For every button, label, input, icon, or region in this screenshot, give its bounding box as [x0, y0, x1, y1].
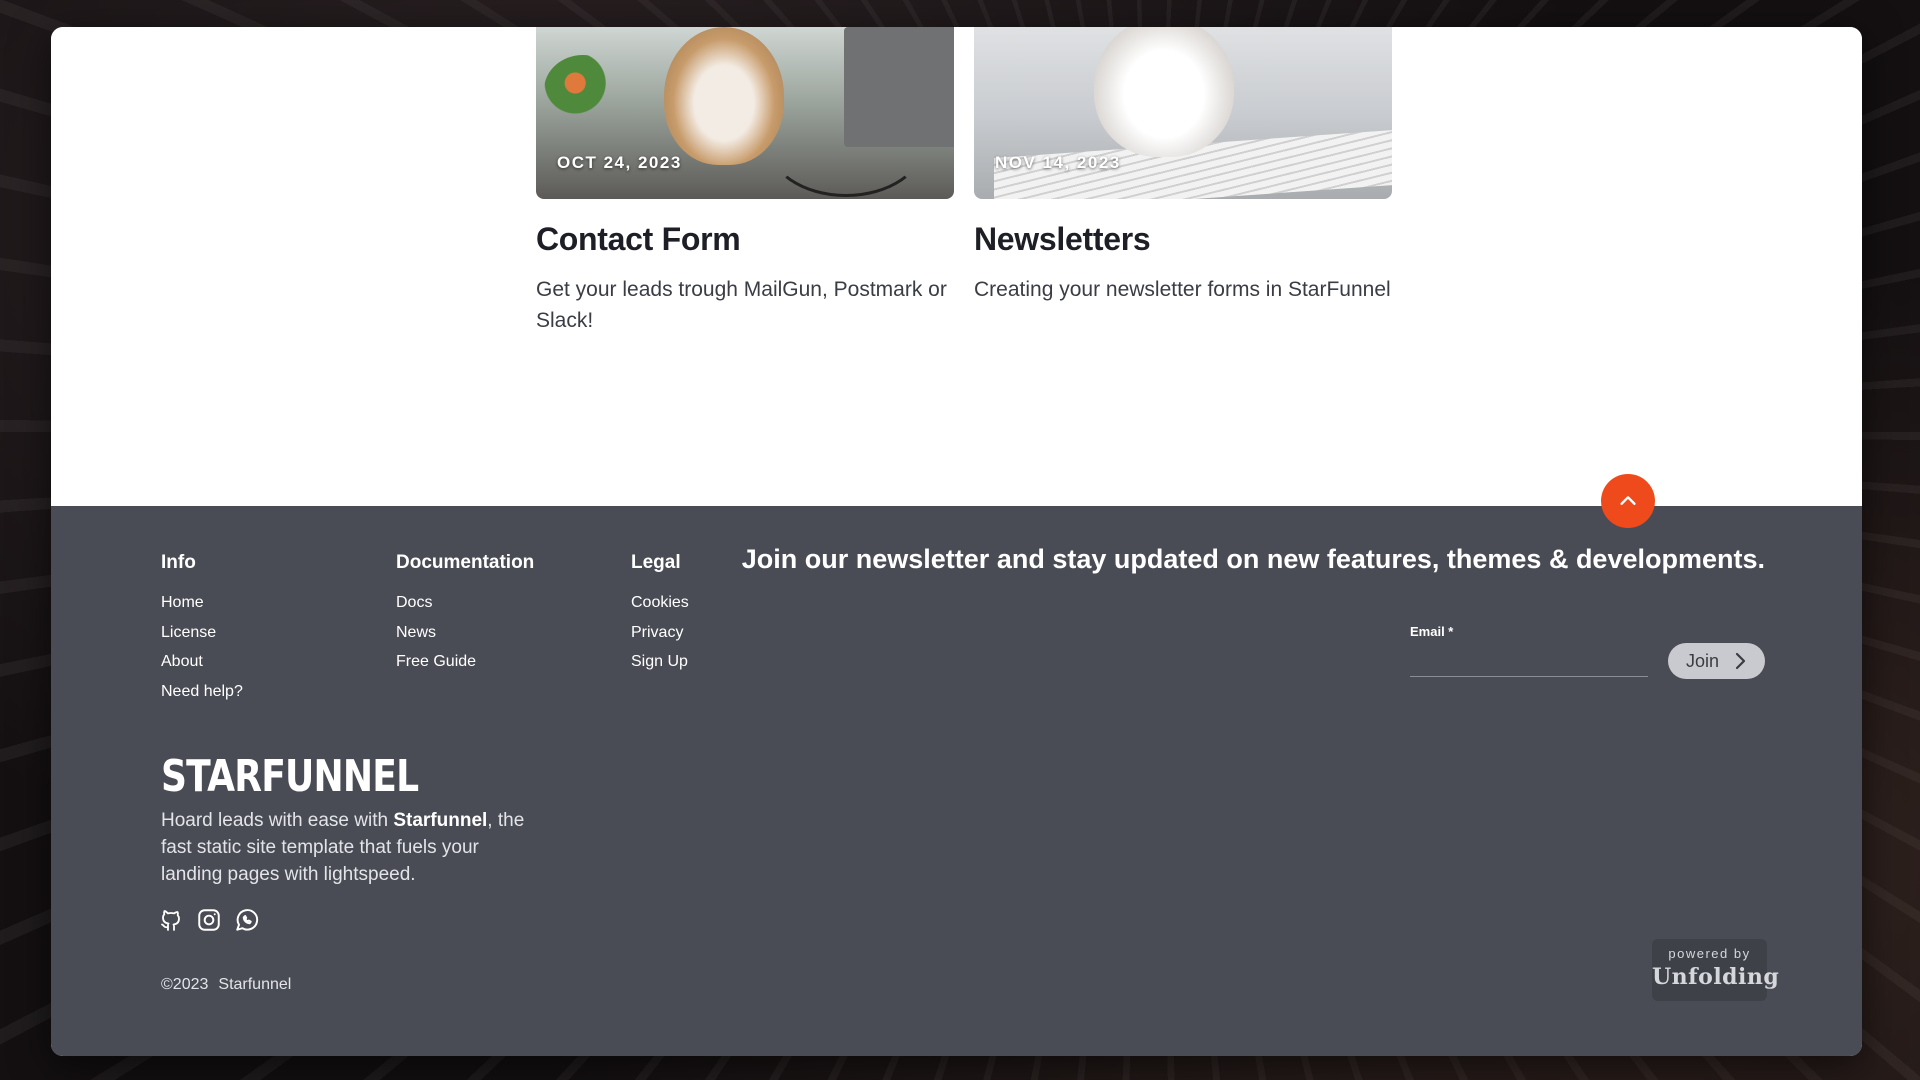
footer-link-docs[interactable]: Docs [396, 588, 534, 618]
instagram-icon[interactable] [195, 906, 223, 934]
blog-card-image[interactable]: OCT 24, 2023 [536, 27, 954, 199]
join-label: Join [1685, 650, 1720, 671]
email-input[interactable] [1410, 647, 1648, 677]
tagline-brand: Starfunnel [393, 810, 488, 831]
site-footer: Info Home License About Need help? Docum… [51, 474, 1862, 1056]
tagline-text: Hoard leads with ease with [161, 810, 394, 831]
powered-by-label: powered by [1668, 946, 1751, 961]
footer-column-legal: Legal Cookies Privacy Sign Up [631, 552, 689, 677]
post-title[interactable]: Newsletters [974, 221, 1392, 258]
footer-heading: Legal [631, 552, 681, 573]
footer-link-news[interactable]: News [396, 618, 534, 648]
footer-link-license[interactable]: License [161, 618, 243, 648]
post-excerpt: Get your leads trough MailGun, Postmark … [536, 278, 947, 332]
headset-cable-illustration [766, 87, 926, 197]
newsletter-heading-rest: and stay updated on new features, themes… [989, 544, 1765, 574]
newsletter-heading-bold: Join our newsletter [741, 544, 990, 574]
footer-link-need-help[interactable]: Need help? [161, 677, 243, 707]
footer-heading: Documentation [396, 552, 535, 573]
copyright-year: ©2023 [161, 976, 209, 993]
newsletter-heading: Join our newsletter and stay updated on … [742, 546, 1765, 573]
copyright: ©2023 Starfunnel [161, 976, 291, 994]
footer-link-home[interactable]: Home [161, 588, 243, 618]
blog-card[interactable]: OCT 24, 2023 Contact Form Get your leads… [536, 27, 954, 336]
copyright-name[interactable]: Starfunnel [218, 976, 291, 993]
scroll-to-top-button[interactable] [1601, 474, 1655, 528]
email-label: Email * [1410, 624, 1454, 639]
blog-card-image[interactable]: NOV 14, 2023 [974, 27, 1392, 199]
github-icon[interactable] [157, 906, 185, 934]
powered-by-badge[interactable]: powered by Unfolding [1652, 939, 1780, 1001]
blog-card[interactable]: NOV 14, 2023 Newsletters Creating your n… [974, 27, 1392, 305]
post-date: OCT 24, 2023 [557, 153, 682, 172]
join-button[interactable]: Join [1668, 643, 1765, 679]
footer-column-info: Info Home License About Need help? [161, 552, 243, 706]
social-links [157, 906, 261, 934]
post-excerpt: Creating your newsletter forms in StarFu… [974, 278, 1391, 301]
footer-link-cookies[interactable]: Cookies [631, 588, 689, 618]
page-window: OCT 24, 2023 Contact Form Get your leads… [51, 27, 1862, 1056]
footer-link-free-guide[interactable]: Free Guide [396, 647, 534, 677]
unfolding-logo: Unfolding [1652, 964, 1780, 990]
footer-heading: Info [161, 552, 196, 573]
footer-link-about[interactable]: About [161, 647, 243, 677]
blog-section: OCT 24, 2023 Contact Form Get your leads… [51, 27, 1862, 506]
plant-illustration [544, 55, 622, 125]
chevron-up-icon [1620, 496, 1636, 505]
post-date: NOV 14, 2023 [995, 153, 1121, 172]
whatsapp-icon[interactable] [233, 906, 261, 934]
footer-column-documentation: Documentation Docs News Free Guide [396, 552, 534, 677]
chevron-right-icon [1735, 652, 1746, 670]
post-title[interactable]: Contact Form [536, 221, 954, 258]
email-field-group: Email * [1410, 624, 1648, 677]
footer-tagline: Hoard leads with ease with Starfunnel, t… [161, 807, 531, 888]
footer-link-privacy[interactable]: Privacy [631, 618, 689, 648]
hamster-illustration [1094, 27, 1234, 157]
footer-brand-logo[interactable]: STARFUNNEL [161, 751, 419, 802]
footer-link-sign-up[interactable]: Sign Up [631, 647, 689, 677]
